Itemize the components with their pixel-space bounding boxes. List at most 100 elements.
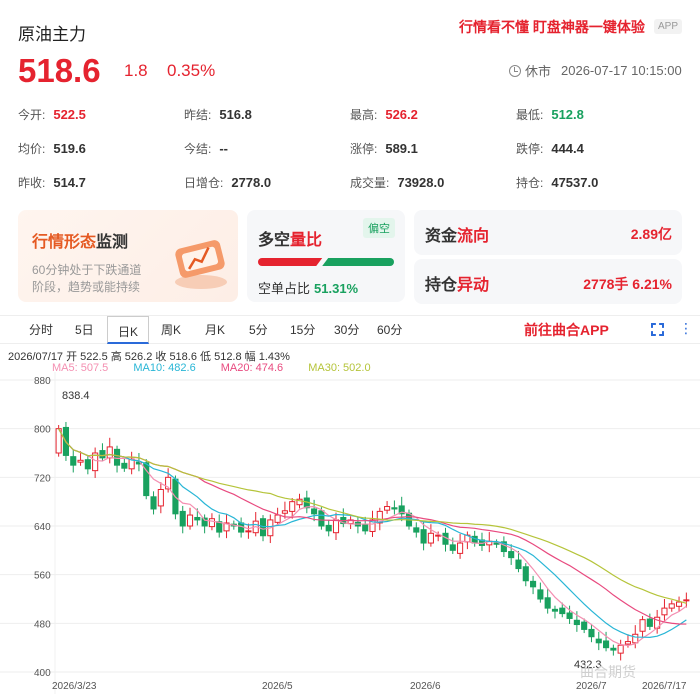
position-change-value: 2778手 6.21% (583, 276, 672, 292)
clock-icon (509, 64, 521, 77)
quote-header: 原油主力 行情看不懂 盯盘神器一键体验 APP 518.6 1.8 0.35% … (0, 0, 700, 100)
candle-body (457, 542, 464, 554)
price-change: 1.8 (124, 61, 148, 80)
candle-body (508, 551, 515, 559)
tab-item[interactable]: 周K (161, 321, 181, 338)
short-ratio-label: 空单占比 51.31% (258, 281, 359, 296)
y-tick-label: 800 (34, 425, 51, 436)
candle-body (683, 599, 690, 602)
stat-item: 涨停: 589.1 (350, 140, 418, 157)
tab-item[interactable]: 5分 (249, 321, 268, 338)
candle-body (544, 597, 551, 609)
go-app-link[interactable]: 前往曲合APP (524, 320, 609, 340)
candle-body (384, 506, 391, 511)
candle-body (530, 580, 537, 588)
stat-item: 昨收: 514.7 (18, 174, 86, 191)
status-text: 休市 (525, 64, 552, 79)
candle-body (281, 510, 288, 514)
candle-body (515, 559, 522, 570)
candle-body (661, 607, 668, 616)
candle-body (603, 640, 610, 649)
page-title: 原油主力 (18, 25, 86, 44)
tab-item[interactable]: 15分 (290, 321, 315, 338)
candle-body (581, 621, 588, 630)
stat-value: 519.6 (53, 141, 86, 156)
promo-link[interactable]: 行情看不懂 盯盘神器一键体验 (459, 17, 645, 37)
ma5-line (58, 428, 687, 647)
stat-value: 514.7 (53, 175, 86, 190)
stat-item: 今结: -- (184, 140, 228, 157)
x-tick-label: 2026/6 (410, 681, 441, 692)
stat-label: 最高: (350, 108, 378, 122)
stat-value: 526.2 (385, 107, 418, 122)
stat-label: 涨停: (350, 142, 378, 156)
candle-body (70, 456, 77, 466)
stat-label: 今结: (184, 142, 212, 156)
position-change-card[interactable]: 持仓异动 2778手 6.21% (414, 259, 682, 304)
more-icon[interactable]: ⋮ (679, 321, 693, 335)
tab-item[interactable]: 日K (107, 316, 150, 344)
tab-item[interactable]: 30分 (334, 321, 359, 338)
stat-label: 今开: (18, 108, 46, 122)
stat-value: -- (219, 141, 229, 156)
candle-body (332, 519, 340, 534)
pattern-monitor-card[interactable]: 行情形态监测 60分钟处于下跌通道阶段，趋势或能持续 (18, 210, 238, 302)
candle-body (77, 459, 84, 463)
bias-badge: 偏空 (363, 218, 395, 238)
candle-body (559, 607, 566, 615)
candle-body (675, 601, 683, 607)
long-short-card[interactable]: 多空量比 偏空 空单占比 51.31% (247, 210, 405, 302)
pattern-illustration-icon (175, 240, 227, 289)
candle-body (573, 619, 580, 626)
price-change-pct: 0.35% (167, 61, 216, 80)
stat-value: 516.8 (219, 107, 252, 122)
app-badge: APP (654, 19, 683, 34)
candle-body (420, 529, 427, 544)
stat-item: 最低: 512.8 (516, 106, 584, 123)
candle-body (413, 527, 420, 533)
candle-body (121, 462, 128, 469)
candle-body (427, 532, 434, 544)
x-tick-label: 2026/5 (262, 681, 293, 692)
candle-body (588, 628, 595, 638)
pattern-card-desc: 60分钟处于下跌通道阶段，趋势或能持续 (32, 263, 142, 294)
stat-item: 成交量: 73928.0 (350, 174, 444, 191)
fullscreen-icon[interactable] (651, 323, 664, 336)
stat-item: 今开: 522.5 (18, 106, 86, 123)
tab-item[interactable]: 分时 (29, 321, 53, 338)
candle-body (106, 446, 113, 459)
stat-item: 持仓: 47537.0 (516, 174, 598, 191)
stat-value: 589.1 (385, 141, 418, 156)
candle-body (551, 608, 559, 612)
candle-body (311, 508, 318, 515)
candle-body (624, 641, 632, 645)
stat-label: 昨收: (18, 176, 46, 190)
stat-item: 最高: 526.2 (350, 106, 418, 123)
stat-value: 73928.0 (397, 175, 445, 190)
quote-stats: 今开: 522.5 昨结: 516.8 最高: 526.2 最低: 512.8 均价: 519.6… (0, 100, 700, 200)
stat-item: 日增仓: 2778.0 (184, 174, 271, 191)
y-tick-label: 560 (34, 571, 51, 582)
stat-label: 日增仓: (184, 176, 224, 190)
tab-item[interactable]: 60分 (377, 321, 402, 338)
x-tick-label: 2026/3/23 (52, 681, 97, 692)
stat-value: 444.4 (551, 141, 584, 156)
candle-body (646, 618, 653, 627)
stat-item: 昨结: 516.8 (184, 106, 252, 123)
candle-body (186, 514, 194, 527)
candle-body (150, 496, 157, 510)
stat-label: 均价: (18, 142, 46, 156)
tab-item[interactable]: 5日 (75, 321, 94, 338)
candle-body (362, 523, 369, 532)
y-tick-label: 880 (34, 376, 51, 387)
tab-item[interactable]: 月K (205, 321, 225, 338)
period-tabs: 前往曲合APP ⋮ 分时 5日 日K 周K 月K 5分 15分 30分 60分 (0, 315, 700, 344)
stat-label: 最低: (516, 108, 544, 122)
candle-body (289, 501, 296, 512)
capital-flow-card[interactable]: 资金流向 2.89亿 (414, 210, 682, 255)
stat-label: 持仓: (516, 176, 544, 190)
candle-body (245, 530, 252, 533)
kline-chart[interactable]: 880800720640560480400838.4432.32026/3/23… (0, 372, 700, 694)
candle-body (610, 647, 617, 651)
long-short-title: 多空量比 (258, 232, 323, 249)
